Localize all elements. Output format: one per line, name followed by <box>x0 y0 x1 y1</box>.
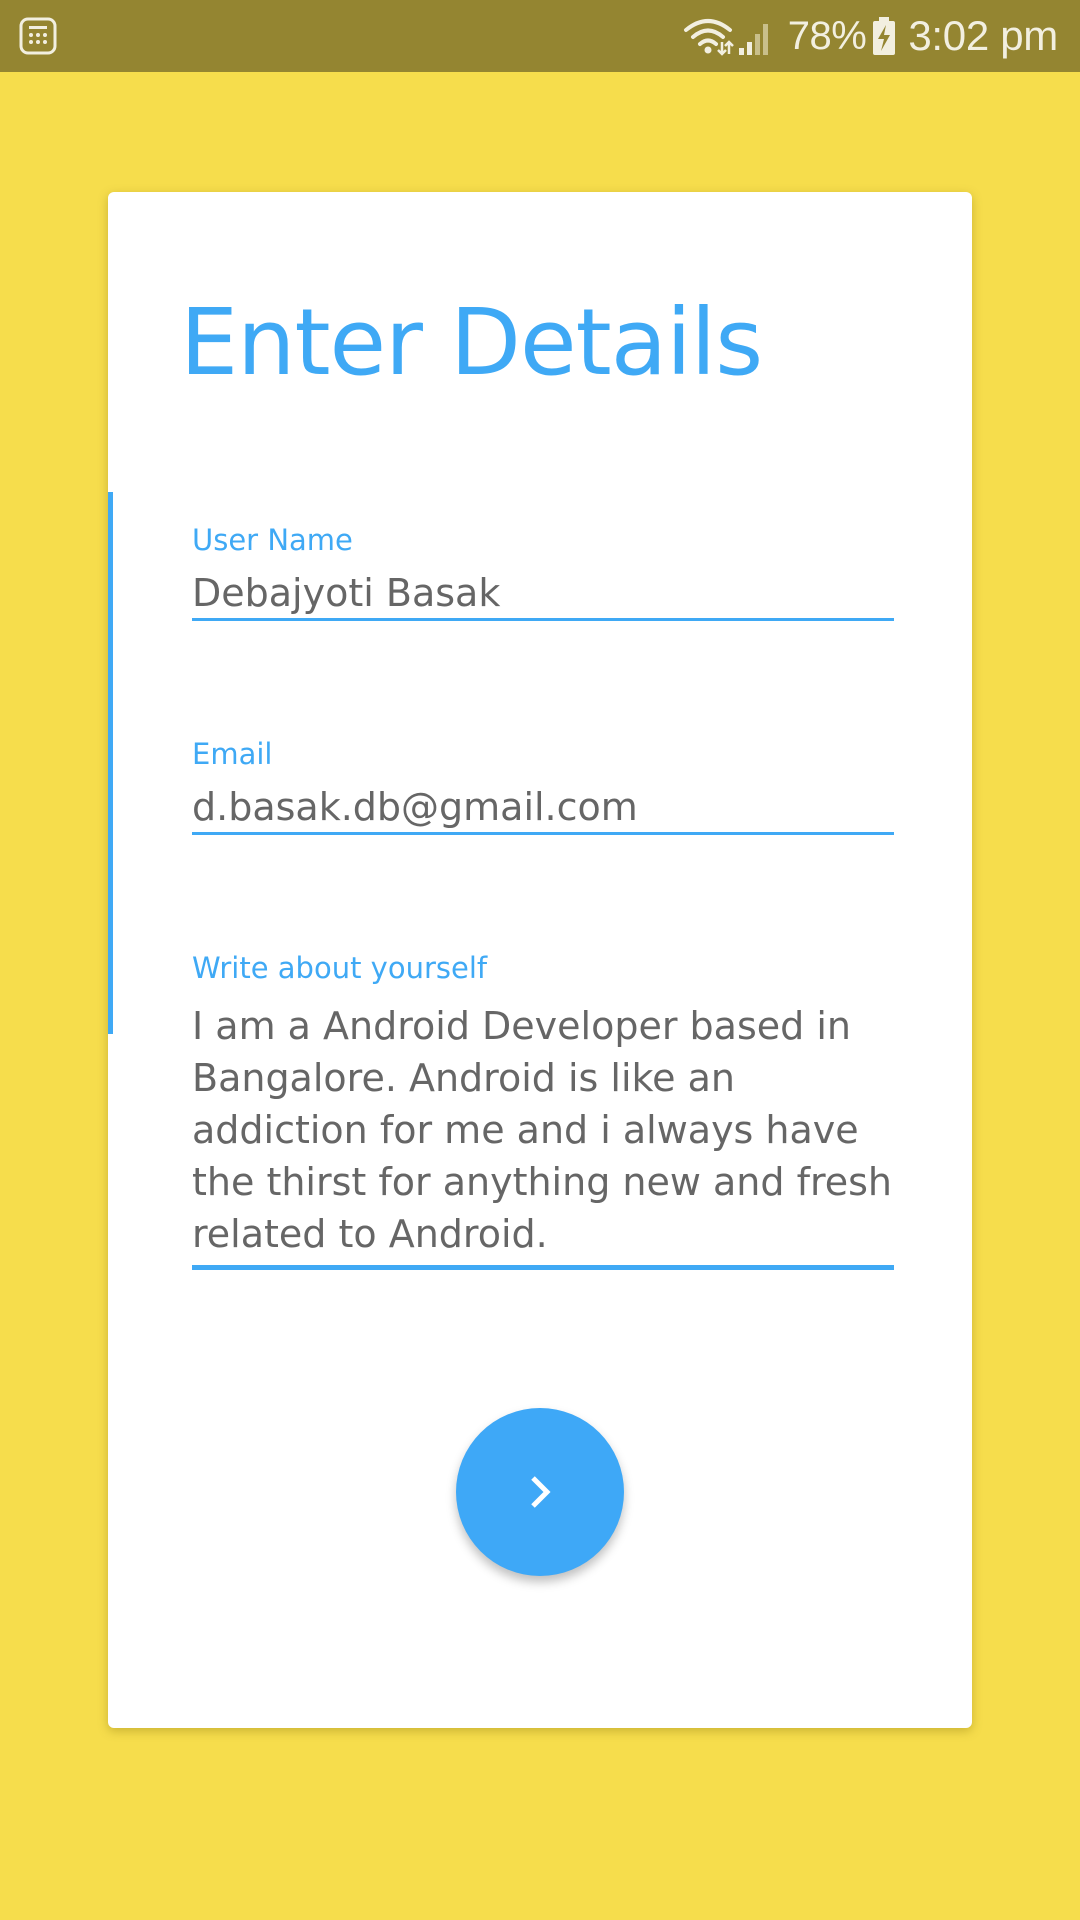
next-button[interactable] <box>456 1408 624 1576</box>
battery-charging-icon <box>873 17 896 55</box>
email-field: Email <box>192 736 894 835</box>
page-title: Enter Details <box>180 289 763 396</box>
status-bar: 78% 3:02 pm <box>0 0 1080 72</box>
app-menu-icon <box>19 17 57 55</box>
status-indicators: 78% 3:02 pm <box>682 0 1058 72</box>
chevron-right-icon <box>531 1476 551 1508</box>
about-label: Write about yourself <box>192 951 488 985</box>
battery-percent: 78% <box>787 13 867 58</box>
details-card: Enter Details User Name Email Write abou… <box>108 192 972 1728</box>
email-label: Email <box>192 737 273 771</box>
username-field: User Name <box>192 522 894 621</box>
username-input[interactable] <box>192 568 894 621</box>
about-field: Write about yourself I am a Android Deve… <box>192 950 894 1270</box>
about-textarea[interactable]: I am a Android Developer based in Bangal… <box>192 1000 894 1270</box>
clock: 3:02 pm <box>908 12 1058 59</box>
signal-icon <box>738 24 768 55</box>
email-input[interactable] <box>192 782 894 835</box>
wifi-icon <box>683 19 734 56</box>
username-label: User Name <box>192 523 353 557</box>
focus-indicator <box>108 492 113 1034</box>
